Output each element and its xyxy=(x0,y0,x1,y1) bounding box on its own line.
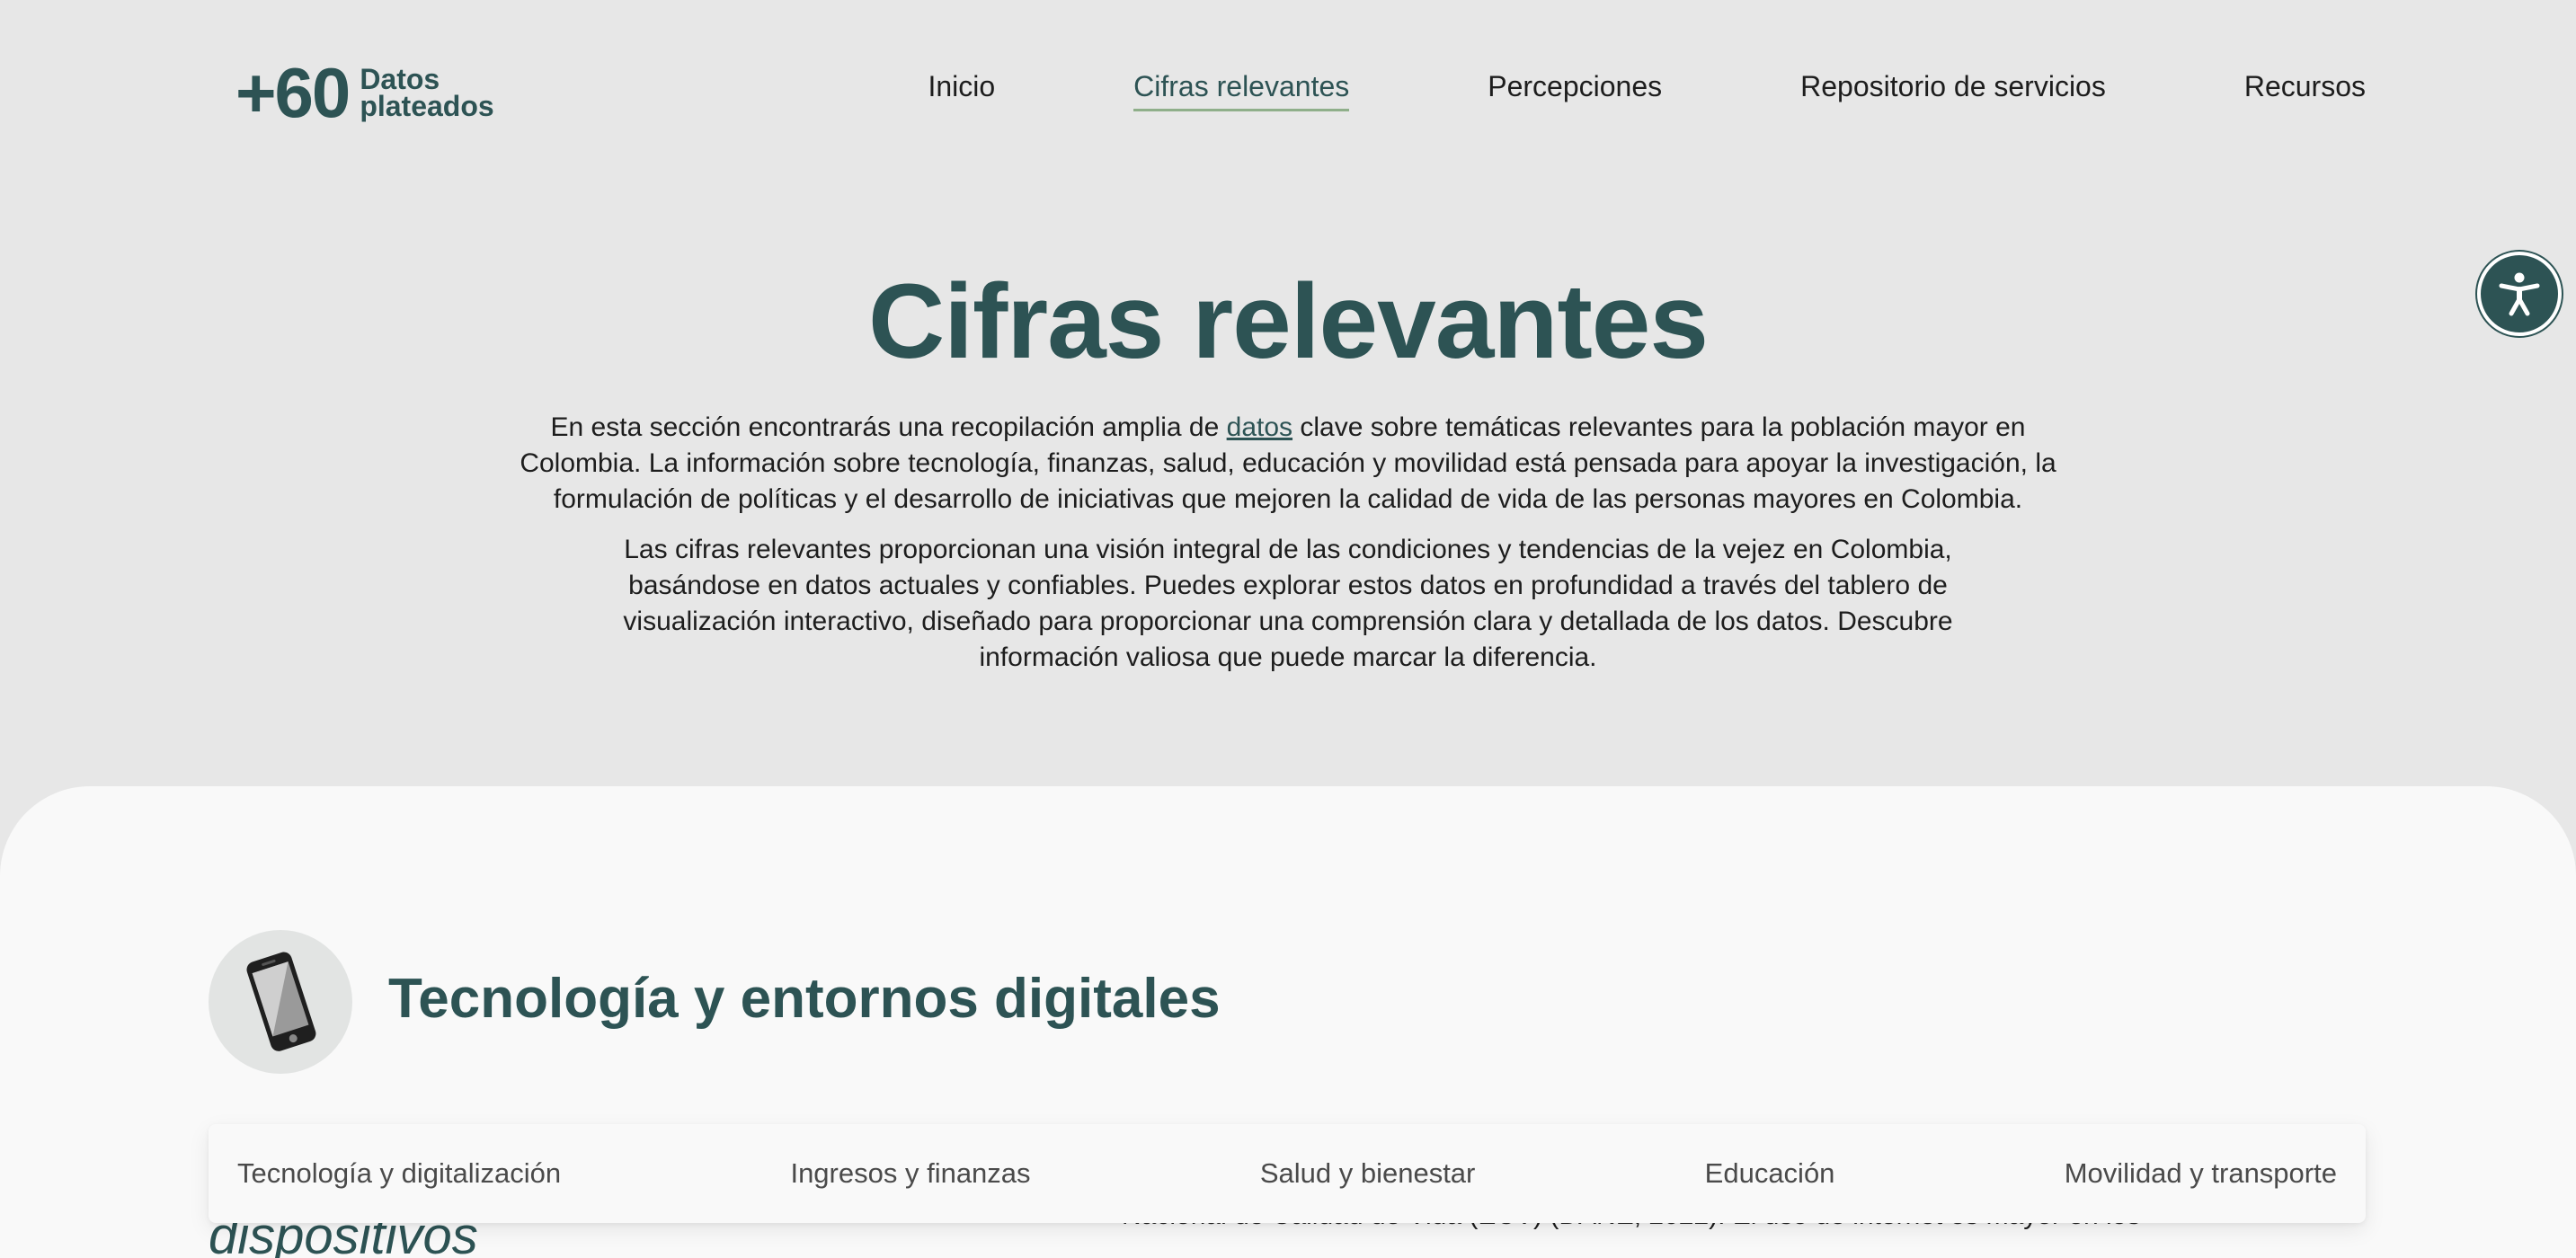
tab-ingresos-y-finanzas[interactable]: Ingresos y finanzas xyxy=(790,1157,1030,1190)
nav-item-percepciones[interactable]: Percepciones xyxy=(1488,70,1662,111)
logo-text: Datos plateados xyxy=(360,62,494,122)
intro-paragraph-1: En esta sección encontrarás una recopila… xyxy=(503,410,2073,518)
category-tabs: Tecnología y digitalización Ingresos y f… xyxy=(209,1124,2366,1223)
intro-paragraph-2: Las cifras relevantes proporcionan una v… xyxy=(623,535,1953,672)
logo-number: +60 xyxy=(235,53,351,132)
section-title: Tecnología y entornos digitales xyxy=(388,968,1221,1030)
nav-item-cifras-relevantes[interactable]: Cifras relevantes xyxy=(1133,70,1350,111)
nav-item-recursos[interactable]: Recursos xyxy=(2244,70,2366,111)
datos-link[interactable]: datos xyxy=(1227,412,1292,442)
page-title: Cifras relevantes xyxy=(867,262,1709,381)
tab-educacion[interactable]: Educación xyxy=(1705,1157,1835,1190)
topic-icon-circle xyxy=(209,930,352,1074)
intro-p1-before: En esta sección encontrarás una recopila… xyxy=(550,412,1227,442)
site-logo[interactable]: +60 Datos plateados xyxy=(235,58,494,128)
smartphone-icon xyxy=(246,952,316,1051)
nav-item-inicio[interactable]: Inicio xyxy=(928,70,995,111)
tab-tecnologia-y-digitalizacion[interactable]: Tecnología y digitalización xyxy=(237,1157,561,1190)
intro-text: En esta sección encontrarás una recopila… xyxy=(503,410,2073,676)
nav-item-repositorio-de-servicios[interactable]: Repositorio de servicios xyxy=(1800,70,2106,111)
tab-movilidad-y-transporte[interactable]: Movilidad y transporte xyxy=(2065,1157,2337,1190)
site-header: +60 Datos plateados Inicio Cifras releva… xyxy=(0,0,2576,180)
logo-line-1: Datos xyxy=(360,62,440,95)
logo-line-2: plateados xyxy=(360,90,494,122)
tab-salud-y-bienestar[interactable]: Salud y bienestar xyxy=(1260,1157,1476,1190)
main-nav: Inicio Cifras relevantes Percepciones Re… xyxy=(928,70,2366,111)
